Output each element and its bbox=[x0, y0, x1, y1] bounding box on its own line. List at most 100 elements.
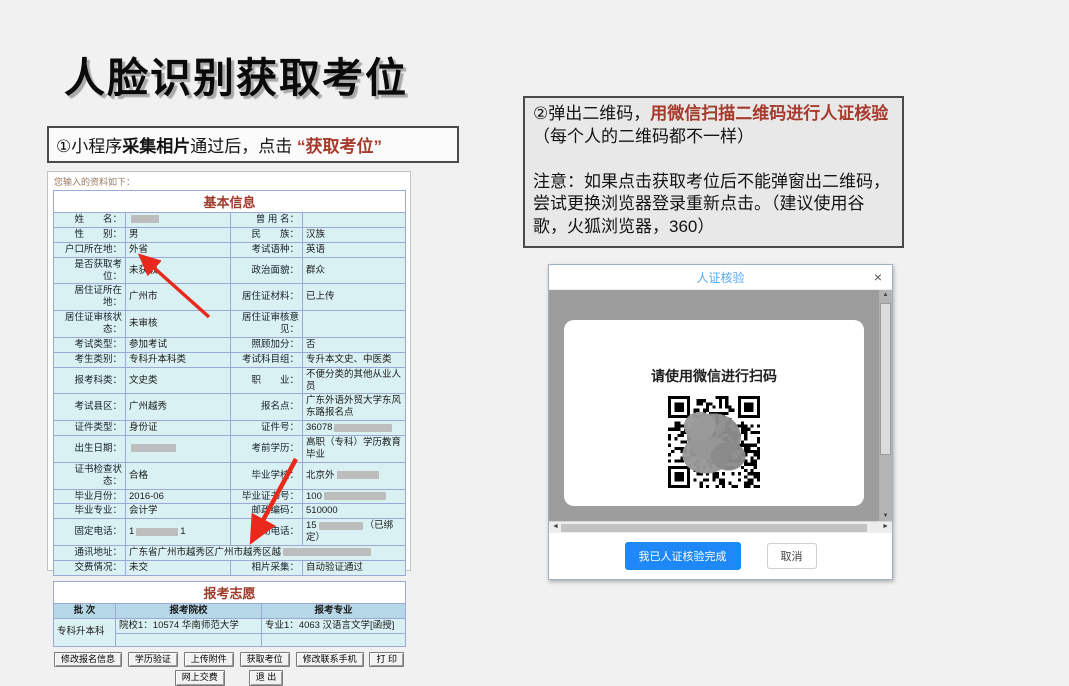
info-label: 政治面貌： bbox=[231, 257, 303, 284]
info-label: 报考科类： bbox=[54, 367, 126, 394]
table-row: 通讯地址：广东省广州市越秀区广州市越秀区越 bbox=[54, 546, 406, 561]
vertical-scroll-thumb[interactable] bbox=[880, 303, 891, 455]
info-label: 考试县区： bbox=[54, 394, 126, 421]
table-row: 固定电话：11移动电话：15（已绑定） bbox=[54, 519, 406, 546]
modify-info-button[interactable]: 修改报名信息 bbox=[54, 652, 122, 668]
form-intro-label: 您输入的资料如下： bbox=[54, 175, 405, 188]
info-value: 未审核 bbox=[126, 311, 231, 338]
upload-attachment-button[interactable]: 上传附件 bbox=[184, 652, 234, 668]
scroll-down-icon[interactable]: ▼ bbox=[879, 513, 892, 519]
table-row: 证件类型：身份证证件号：36078 bbox=[54, 421, 406, 436]
table-row: 交费情况：未交相片采集：自动验证通过 bbox=[54, 560, 406, 575]
info-value: 510000 bbox=[303, 504, 406, 519]
redacted-text bbox=[136, 528, 178, 536]
redacted-text bbox=[283, 548, 371, 556]
info-value: 参加考试 bbox=[126, 337, 231, 352]
table-row: 报考志愿 bbox=[54, 581, 406, 603]
info-value: 文史类 bbox=[126, 367, 231, 394]
info-value: 未交 bbox=[126, 560, 231, 575]
info-value bbox=[126, 436, 231, 463]
info-label: 考前学历： bbox=[231, 436, 303, 463]
info-label: 职 业： bbox=[231, 367, 303, 394]
info-label: 居住证审核状态： bbox=[54, 311, 126, 338]
text-segment: 采集相片 bbox=[122, 137, 190, 156]
info-label: 姓 名： bbox=[54, 213, 126, 228]
info-value: 11 bbox=[126, 519, 231, 546]
volunteer-column-header: 报考专业 bbox=[262, 603, 406, 618]
info-value: 广州市 bbox=[126, 284, 231, 311]
wechat-qr-code bbox=[668, 396, 760, 488]
basic-info-table: 基本信息 姓 名：曾 用 名：性 别：男民 族：汉族户口所在地：外省考试语种：英… bbox=[53, 190, 406, 576]
info-value bbox=[303, 311, 406, 338]
redacted-text bbox=[324, 492, 386, 500]
table-row: 报考科类：文史类职 业：不便分类的其他从业人员 bbox=[54, 367, 406, 394]
info-label: 报名点： bbox=[231, 394, 303, 421]
online-pay-button[interactable]: 网上交费 bbox=[175, 670, 225, 686]
info-value: 身份证 bbox=[126, 421, 231, 436]
table-row: 是否获取考位：未获取政治面貌：群众 bbox=[54, 257, 406, 284]
info-value: 外省 bbox=[126, 242, 231, 257]
info-label: 通讯地址： bbox=[54, 546, 126, 561]
info-label: 固定电话： bbox=[54, 519, 126, 546]
modify-phone-button[interactable]: 修改联系手机 bbox=[296, 652, 364, 668]
info-label: 性 别： bbox=[54, 227, 126, 242]
info-value: 汉族 bbox=[303, 227, 406, 242]
table-row: 考试类型：参加考试照顾加分：否 bbox=[54, 337, 406, 352]
text-segment: 通过后，点击 bbox=[190, 137, 297, 156]
exit-button[interactable]: 退 出 bbox=[249, 670, 284, 686]
empty-cell bbox=[262, 633, 406, 646]
table-row: 居住证审核状态：未审核居住证审核意见： bbox=[54, 311, 406, 338]
print-button[interactable]: 打 印 bbox=[369, 652, 404, 668]
horizontal-scrollbar[interactable]: ◄ ► bbox=[549, 521, 892, 533]
redacted-text bbox=[131, 215, 159, 223]
table-row: 户口所在地：外省考试语种：英语 bbox=[54, 242, 406, 257]
table-row: 姓 名：曾 用 名： bbox=[54, 213, 406, 228]
scroll-up-icon[interactable]: ▲ bbox=[879, 292, 892, 298]
info-value bbox=[303, 213, 406, 228]
school-cell: 院校1：10574 华南师范大学 bbox=[116, 618, 262, 633]
horizontal-scroll-thumb[interactable] bbox=[561, 524, 867, 532]
info-value: 高职（专科）学历教育毕业 bbox=[303, 436, 406, 463]
info-label: 考试科目组： bbox=[231, 352, 303, 367]
info-label: 交费情况： bbox=[54, 560, 126, 575]
info-label: 户口所在地： bbox=[54, 242, 126, 257]
close-icon[interactable]: × bbox=[874, 268, 882, 286]
vertical-scrollbar[interactable]: ▲ ▼ bbox=[879, 290, 892, 521]
batch-cell: 专科升本科 bbox=[54, 618, 116, 646]
info-value: 专升本文史、中医类 bbox=[303, 352, 406, 367]
redacted-text bbox=[319, 522, 363, 530]
volunteer-column-header: 批 次 bbox=[54, 603, 116, 618]
info-label: 证件号： bbox=[231, 421, 303, 436]
info-label: 考生类别： bbox=[54, 352, 126, 367]
table-row: 证书检查状态：合格毕业学校：北京外 bbox=[54, 462, 406, 489]
table-row: 毕业专业：会计学邮政编码：510000 bbox=[54, 504, 406, 519]
scroll-right-icon[interactable]: ► bbox=[882, 523, 889, 530]
form-button-bar: 修改报名信息学历验证上传附件获取考位修改联系手机打 印 网上交费 退 出 bbox=[53, 652, 405, 686]
confirm-verification-button[interactable]: 我已人证核验完成 bbox=[625, 542, 741, 570]
info-label: 居住证材料： bbox=[231, 284, 303, 311]
major-cell: 专业1：4063 汉语言文学[函授] bbox=[262, 618, 406, 633]
table-row: 出生日期： 考前学历：高职（专科）学历教育毕业 bbox=[54, 436, 406, 463]
get-seat-button[interactable]: 获取考位 bbox=[240, 652, 290, 668]
info-value: 男 bbox=[126, 227, 231, 242]
info-label: 证书检查状态： bbox=[54, 462, 126, 489]
cancel-button[interactable]: 取消 bbox=[767, 543, 817, 569]
text-segment: 注意：如果点击获取考位后不能弹窗出二维码，尝试更换浏览器登录重新点击。（建议使用… bbox=[533, 172, 890, 236]
scroll-left-icon[interactable]: ◄ bbox=[552, 523, 559, 530]
info-label: 出生日期： bbox=[54, 436, 126, 463]
redacted-text bbox=[334, 424, 392, 432]
info-value: 英语 bbox=[303, 242, 406, 257]
verify-education-button[interactable]: 学历验证 bbox=[128, 652, 178, 668]
volunteer-column-header: 报考院校 bbox=[116, 603, 262, 618]
info-label: 照顾加分： bbox=[231, 337, 303, 352]
info-value: 广东省广州市越秀区广州市越秀区越 bbox=[126, 546, 406, 561]
basic-info-title: 基本信息 bbox=[54, 191, 406, 213]
info-value: 不便分类的其他从业人员 bbox=[303, 367, 406, 394]
redacted-text bbox=[131, 444, 176, 452]
table-row: 专科升本科 院校1：10574 华南师范大学 专业1：4063 汉语言文学[函授… bbox=[54, 618, 406, 633]
info-label: 毕业专业： bbox=[54, 504, 126, 519]
info-label: 邮政编码： bbox=[231, 504, 303, 519]
step2-instruction: ②弹出二维码，用微信扫描二维码进行人证核验（每个人的二维码都不一样）注意：如果点… bbox=[523, 96, 904, 248]
dialog-content-area: 请使用微信进行扫码 ▲ ▼ bbox=[549, 290, 892, 521]
info-label: 毕业月份： bbox=[54, 489, 126, 504]
